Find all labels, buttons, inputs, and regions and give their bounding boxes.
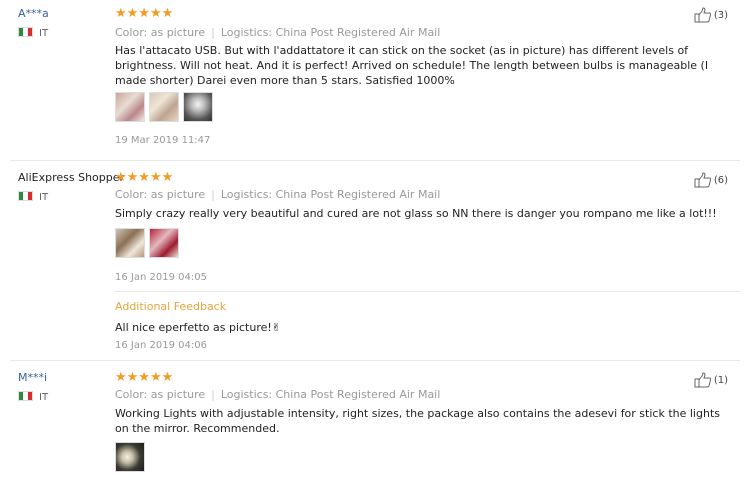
- helpful-button[interactable]: (6): [694, 172, 728, 188]
- meta-separator: |: [211, 388, 215, 401]
- country-code: IT: [39, 192, 49, 203]
- review-photo-thumbnail[interactable]: [149, 92, 179, 122]
- logistics-option: Logistics: China Post Registered Air Mai…: [220, 388, 441, 401]
- order-meta: Color: as picture | Logistics: China Post …: [115, 26, 440, 39]
- thumbs-up-icon: [694, 172, 711, 188]
- reviewer-country: IT: [18, 391, 48, 403]
- reviewer-name[interactable]: AliExpress Shopper: [18, 171, 124, 184]
- review-item: A***a IT ★★★★★ Color: as picture | Logisti…: [0, 0, 750, 159]
- order-meta: Color: as picture | Logistics: China Post …: [115, 388, 440, 401]
- helpful-button[interactable]: (3): [694, 7, 728, 23]
- review-photos: [115, 92, 213, 122]
- review-divider: [10, 160, 740, 161]
- italy-flag-icon: [18, 27, 33, 37]
- italy-flag-icon: [18, 191, 33, 201]
- review-item: M***i IT ★★★★★ Color: as picture | Logisti…: [0, 364, 750, 479]
- review-photo-thumbnail[interactable]: [115, 228, 145, 258]
- thumbs-up-icon: [694, 372, 711, 388]
- order-meta: Color: as picture | Logistics: China Post …: [115, 188, 440, 201]
- color-option: Color: as picture: [115, 26, 206, 39]
- additional-feedback-label: Additional Feedback: [115, 300, 227, 313]
- reviewer-name[interactable]: M***i: [18, 371, 47, 384]
- reviewer-country: IT: [18, 191, 48, 203]
- reviewer-name[interactable]: A***a: [18, 7, 49, 20]
- helpful-count: (3): [713, 9, 728, 21]
- review-divider: [10, 360, 740, 361]
- color-option: Color: as picture: [115, 188, 206, 201]
- review-photo-thumbnail[interactable]: [149, 228, 179, 258]
- review-photo-thumbnail[interactable]: [115, 92, 145, 122]
- feedback-divider: [115, 291, 740, 292]
- star-rating: ★★★★★: [115, 370, 174, 385]
- logistics-option: Logistics: China Post Registered Air Mai…: [220, 26, 441, 39]
- review-date: 16 Jan 2019 04:05: [115, 272, 207, 283]
- color-option: Color: as picture: [115, 388, 206, 401]
- review-photos: [115, 442, 145, 472]
- country-code: IT: [39, 28, 49, 39]
- review-photos: [115, 228, 179, 258]
- review-text: Has l'attacato USB. But with l'addattato…: [115, 44, 709, 87]
- star-rating: ★★★★★: [115, 170, 174, 185]
- review-text: Simply crazy really very beautiful and c…: [115, 207, 717, 220]
- review-photo-thumbnail[interactable]: [115, 442, 145, 472]
- helpful-count: (1): [713, 374, 728, 386]
- review-date: 19 Mar 2019 11:47: [115, 135, 211, 146]
- review-item: AliExpress Shopper IT ★★★★★ Color: as pi…: [0, 164, 750, 359]
- additional-feedback-text: All nice eperfetto as picture!✌: [115, 321, 282, 334]
- additional-feedback-date: 16 Jan 2019 04:06: [115, 340, 207, 351]
- star-rating: ★★★★★: [115, 6, 174, 21]
- thumbs-up-icon: [694, 7, 711, 23]
- helpful-count: (6): [713, 174, 728, 186]
- review-text: Working Lights with adjustable intensity…: [115, 407, 720, 435]
- review-photo-thumbnail[interactable]: [183, 92, 213, 122]
- reviewer-country: IT: [18, 27, 48, 39]
- meta-separator: |: [211, 26, 215, 39]
- italy-flag-icon: [18, 391, 33, 401]
- logistics-option: Logistics: China Post Registered Air Mai…: [220, 188, 441, 201]
- meta-separator: |: [211, 188, 215, 201]
- country-code: IT: [39, 392, 49, 403]
- helpful-button[interactable]: (1): [694, 372, 728, 388]
